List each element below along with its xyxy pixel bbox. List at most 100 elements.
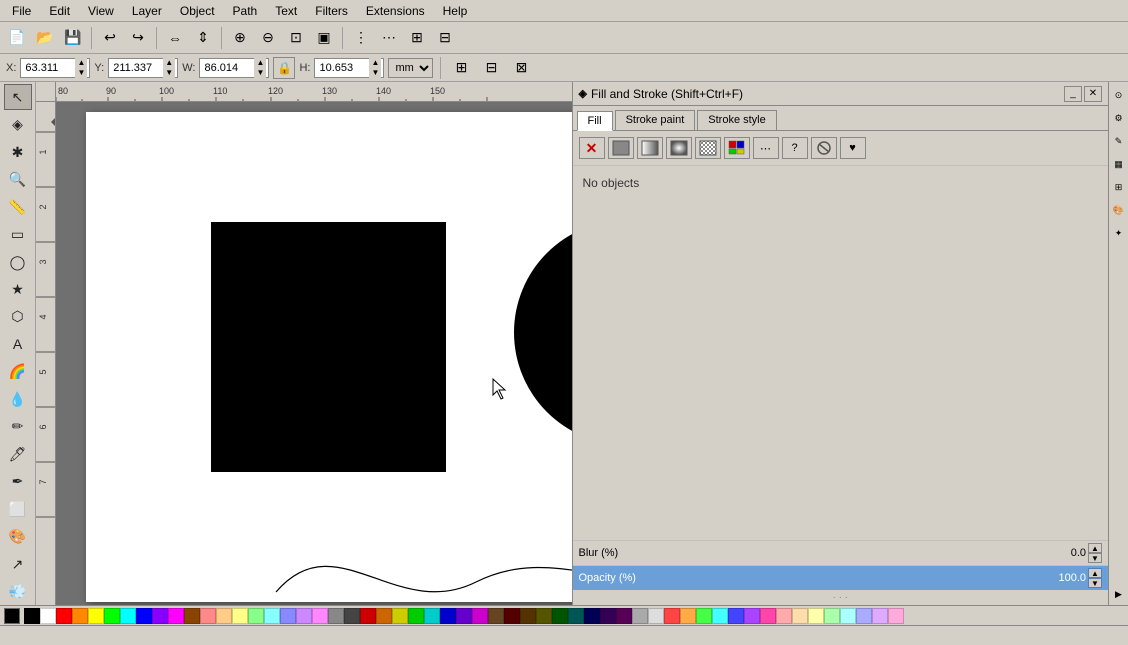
fill-swatch-button[interactable] (724, 137, 750, 159)
color-swatch[interactable] (760, 608, 776, 624)
eraser-tool[interactable]: ⬜ (4, 496, 32, 522)
color-swatch[interactable] (488, 608, 504, 624)
blur-up-button[interactable]: ▲ (1088, 543, 1102, 553)
color-swatch[interactable] (712, 608, 728, 624)
tweak-tool[interactable]: ✱ (4, 139, 32, 165)
canvas-circle-object[interactable] (514, 220, 572, 445)
ungroup-button[interactable]: ⊟ (432, 25, 458, 51)
pencil-tool[interactable]: ✏ (4, 414, 32, 440)
color-swatch[interactable] (888, 608, 904, 624)
fill-none-button[interactable]: ✕ (579, 137, 605, 159)
color-swatch[interactable] (840, 608, 856, 624)
color-swatch[interactable] (56, 608, 72, 624)
connector-tool[interactable]: ↗ (4, 551, 32, 577)
color-swatch[interactable] (696, 608, 712, 624)
y-down-button[interactable]: ▼ (163, 68, 175, 78)
node-edit-button[interactable]: ⋮ (348, 25, 374, 51)
text-tool[interactable]: A (4, 331, 32, 357)
menu-help[interactable]: Help (435, 2, 476, 20)
color-swatch[interactable] (104, 608, 120, 624)
color-swatch[interactable] (168, 608, 184, 624)
fill-flat-button[interactable] (608, 137, 634, 159)
color-swatch[interactable] (616, 608, 632, 624)
color-swatch[interactable] (632, 608, 648, 624)
color-swatch[interactable] (152, 608, 168, 624)
color-swatch[interactable] (296, 608, 312, 624)
color-swatch[interactable] (520, 608, 536, 624)
color-swatch[interactable] (24, 608, 40, 624)
fill-help-button[interactable]: ? (782, 137, 808, 159)
tab-stroke-style[interactable]: Stroke style (697, 110, 776, 130)
rect-tool[interactable]: ▭ (4, 221, 32, 247)
zoom-out-button[interactable]: ⊖ (255, 25, 281, 51)
color-swatch[interactable] (792, 608, 808, 624)
tweak-button[interactable]: ⋯ (376, 25, 402, 51)
save-button[interactable]: 💾 (60, 25, 86, 51)
canvas-area[interactable]: 80 90 100 110 120 130 140 150 (36, 82, 572, 605)
gradient-tool[interactable]: 🌈 (4, 359, 32, 385)
flip-v-button[interactable]: ⇕ (190, 25, 216, 51)
color-swatch[interactable] (744, 608, 760, 624)
lock-aspect-button[interactable]: 🔒 (273, 57, 295, 79)
canvas-scroll[interactable] (56, 102, 572, 605)
panel-minimize-button[interactable]: _ (1064, 86, 1082, 102)
swatches-icon[interactable]: 🎨 (1111, 199, 1127, 221)
color-swatch[interactable] (88, 608, 104, 624)
3d-box-tool[interactable]: ⬡ (4, 304, 32, 330)
canvas-document[interactable] (86, 112, 572, 602)
color-swatch[interactable] (680, 608, 696, 624)
pen-tool[interactable]: 🖊 (4, 441, 32, 467)
undo-button[interactable]: ↩ (97, 25, 123, 51)
fill-tool[interactable]: 🎨 (4, 524, 32, 550)
color-swatch[interactable] (536, 608, 552, 624)
color-swatch[interactable] (248, 608, 264, 624)
color-swatch[interactable] (808, 608, 824, 624)
calligraphy-tool[interactable]: ✒ (4, 469, 32, 495)
node-tool[interactable]: ◈ (4, 111, 32, 137)
menu-edit[interactable]: Edit (41, 2, 78, 20)
spray-tool[interactable]: 💨 (4, 578, 32, 604)
color-swatch[interactable] (472, 608, 488, 624)
zoom-fit-button[interactable]: ⊡ (283, 25, 309, 51)
color-swatch[interactable] (344, 608, 360, 624)
color-swatch[interactable] (312, 608, 328, 624)
fill-unknown-button[interactable]: ⋯ (753, 137, 779, 159)
color-swatch[interactable] (872, 608, 888, 624)
zoom-page-button[interactable]: ▣ (311, 25, 337, 51)
menu-text[interactable]: Text (267, 2, 305, 20)
color-swatch[interactable] (40, 608, 56, 624)
menu-extensions[interactable]: Extensions (358, 2, 433, 20)
color-swatch[interactable] (424, 608, 440, 624)
color-swatch[interactable] (824, 608, 840, 624)
tab-fill[interactable]: Fill (577, 111, 613, 131)
layers-icon[interactable]: ▦ (1111, 153, 1127, 175)
fill-pattern-button[interactable] (695, 137, 721, 159)
transform-button[interactable]: ⊞ (448, 55, 474, 81)
color-swatch[interactable] (184, 608, 200, 624)
blur-down-button[interactable]: ▼ (1088, 553, 1102, 563)
color-swatch[interactable] (376, 608, 392, 624)
color-swatch[interactable] (552, 608, 568, 624)
expand-icon[interactable]: ▶ (1111, 583, 1127, 605)
distribute-button[interactable]: ⊠ (508, 55, 534, 81)
color-swatch[interactable] (568, 608, 584, 624)
group-button[interactable]: ⊞ (404, 25, 430, 51)
panel-close-button[interactable]: ✕ (1084, 86, 1102, 102)
w-up-button[interactable]: ▲ (254, 58, 266, 68)
canvas-curve-object[interactable] (276, 542, 572, 605)
x-up-button[interactable]: ▲ (75, 58, 87, 68)
color-swatch[interactable] (584, 608, 600, 624)
fill-radial-button[interactable] (666, 137, 692, 159)
opacity-up-button[interactable]: ▲ (1088, 568, 1102, 578)
menu-path[interactable]: Path (225, 2, 266, 20)
color-swatch[interactable] (280, 608, 296, 624)
color-swatch[interactable] (200, 608, 216, 624)
color-swatch[interactable] (856, 608, 872, 624)
fill-inherit-button[interactable]: ♥ (840, 137, 866, 159)
snap-icon[interactable]: ⊙ (1111, 84, 1127, 106)
measure-tool[interactable]: 📏 (4, 194, 32, 220)
x-down-button[interactable]: ▼ (75, 68, 87, 78)
y-up-button[interactable]: ▲ (163, 58, 175, 68)
color-swatch[interactable] (504, 608, 520, 624)
color-swatch[interactable] (600, 608, 616, 624)
